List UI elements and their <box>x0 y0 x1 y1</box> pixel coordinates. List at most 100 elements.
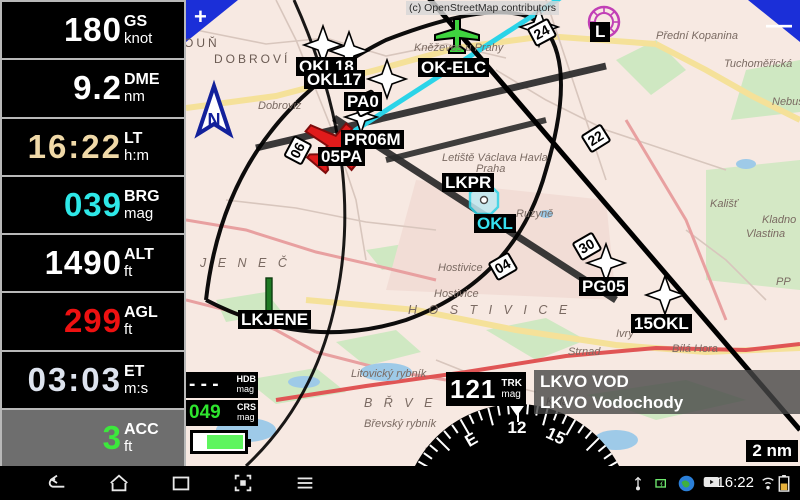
recents-icon[interactable] <box>170 472 192 494</box>
gauge-dme[interactable]: 9.2 DME nm <box>2 60 184 117</box>
gauge-value: 9.2 <box>73 69 122 107</box>
place-name: Kališť <box>710 198 738 210</box>
track-widget[interactable]: 121 TRK mag <box>446 372 526 406</box>
place-name: DOBROVÍ <box>214 52 291 66</box>
gauge-agl[interactable]: 299 AGL ft <box>2 293 184 350</box>
traffic-label-05pa[interactable]: 05PA <box>318 147 366 166</box>
place-name: Bílá Hora <box>672 343 718 355</box>
place-name: Strnad <box>568 346 601 358</box>
compass-tick <box>477 410 484 421</box>
gauge-local-time[interactable]: 16:22 LT h:m <box>2 118 184 175</box>
place-name: Kladno <box>762 214 797 226</box>
osm-attribution: (c) OpenStreetMap contributors <box>406 1 560 15</box>
gauge-unit: ALT ft <box>124 246 154 281</box>
place-name: Ruzyně <box>516 208 554 220</box>
place-name: Dobroviz <box>258 100 302 112</box>
home-icon[interactable] <box>108 472 130 494</box>
crs-value: 049 <box>189 402 221 423</box>
compass-tick <box>468 414 475 425</box>
compass-tick <box>577 424 585 434</box>
gauge-value: 16:22 <box>27 127 122 165</box>
usb-icon <box>630 475 646 491</box>
battery-icon <box>778 475 794 492</box>
traffic-label-okl17[interactable]: OKL17 <box>304 70 365 89</box>
traffic-label-15okl[interactable]: 15OKL <box>631 314 692 333</box>
gauge-value: 3 <box>102 418 122 456</box>
gauge-ground-speed[interactable]: 180 GS knot <box>2 2 184 59</box>
gauge-value: 03:03 <box>27 360 122 398</box>
hdb-value: - - - <box>189 374 219 395</box>
moving-map[interactable]: N (c) OpenStreetMap contributors + — L D… <box>186 0 800 466</box>
place-name: Hostivice <box>434 288 479 300</box>
browser-icon <box>678 475 695 492</box>
gauge-unit: BRG mag <box>124 187 160 222</box>
gauge-accuracy[interactable]: 3 ACC ft <box>2 409 184 466</box>
place-name: B Ř V E <box>364 396 437 410</box>
waypoint-name: LKVO Vodochody <box>540 393 684 412</box>
compass-tick <box>497 405 501 416</box>
battery-indicator <box>190 430 251 454</box>
gauge-value: 299 <box>63 302 122 340</box>
gauge-value: 039 <box>63 185 122 223</box>
gauge-elapsed-time[interactable]: 03:03 ET m:s <box>2 351 184 408</box>
gauge-unit: ACC ft <box>124 420 159 455</box>
gauge-altitude[interactable]: 1490 ALT ft <box>2 235 184 292</box>
gauge-unit: GS knot <box>124 13 153 48</box>
airport-label-lkpr[interactable]: LKPR <box>442 173 495 192</box>
place-name: Litovický rybník <box>351 368 427 380</box>
aviation-navigation-app: 180 GS knot 9.2 DME nm 16:22 LT h:m 039 … <box>0 0 800 500</box>
navaid-label-l: L <box>590 22 611 42</box>
place-name: Hostivice <box>438 262 483 274</box>
place-name: Tuchoměřická <box>724 58 793 70</box>
navaid-label-okl[interactable]: OKL <box>474 214 516 233</box>
instrument-panel: 180 GS knot 9.2 DME nm 16:22 LT h:m 039 … <box>0 0 186 466</box>
back-icon[interactable] <box>46 472 68 494</box>
zoom-out-button[interactable]: — <box>748 0 800 42</box>
compass-tick <box>584 430 593 440</box>
menu-icon[interactable] <box>294 472 316 494</box>
traffic-label-pa0[interactable]: PA0 <box>344 92 382 111</box>
place-name: PP <box>776 276 791 288</box>
trk-value: 121 <box>450 373 497 404</box>
compass-tick <box>423 452 433 460</box>
compass-tick <box>603 452 613 460</box>
place-name: Nebuš <box>772 96 800 108</box>
gauge-bearing[interactable]: 039 BRG mag <box>2 176 184 233</box>
heading-course-widgets: - - - HDB mag 049 CRS mag <box>186 372 258 428</box>
gauge-value: 1490 <box>44 244 122 282</box>
compass-tick <box>429 444 439 453</box>
place-name: OUŇ <box>186 36 220 50</box>
place-name: J E N E Č <box>200 256 291 270</box>
place-name: H O S T I V I C E <box>408 303 572 317</box>
zoom-out-label: — <box>766 9 792 39</box>
traffic-label-pg05[interactable]: PG05 <box>579 277 629 296</box>
gauge-unit: ET m:s <box>124 362 149 397</box>
svg-text:N: N <box>208 110 221 130</box>
compass-tick <box>435 436 451 452</box>
waypoint-id: LKVO VOD <box>540 372 629 391</box>
status-clock: 16:22 <box>716 474 754 491</box>
wifi-icon <box>760 475 776 491</box>
battery-fill <box>207 435 243 449</box>
gauge-unit: AGL ft <box>124 304 158 339</box>
compass-label: E <box>461 428 481 451</box>
crs-widget[interactable]: 049 CRS mag <box>186 400 258 426</box>
android-navigation-bar: 16:22 <box>0 466 800 500</box>
place-name: Přední Kopanina <box>656 30 738 42</box>
trk-unit: TRK mag <box>501 378 522 400</box>
map-scale-label: 2 nm <box>746 440 798 462</box>
waypoint-info-box[interactable]: LKVO VOD LKVO Vodochody <box>534 370 800 414</box>
hdb-widget[interactable]: - - - HDB mag <box>186 372 258 398</box>
charging-icon <box>654 475 670 491</box>
compass-tick <box>526 404 530 415</box>
compass-tick <box>451 424 459 434</box>
compass-tick <box>561 414 568 425</box>
hdb-unit: HDB mag <box>236 374 257 394</box>
traffic-label-ok-elc[interactable]: OK-ELC <box>418 58 490 77</box>
airfield-label-lkjene[interactable]: LKJENE <box>238 310 312 329</box>
compass-tick <box>487 407 494 426</box>
place-name: Břevský rybník <box>364 418 437 430</box>
screenshot-icon[interactable] <box>232 472 254 494</box>
compass-tick <box>443 430 452 440</box>
compass-tick <box>597 444 607 453</box>
